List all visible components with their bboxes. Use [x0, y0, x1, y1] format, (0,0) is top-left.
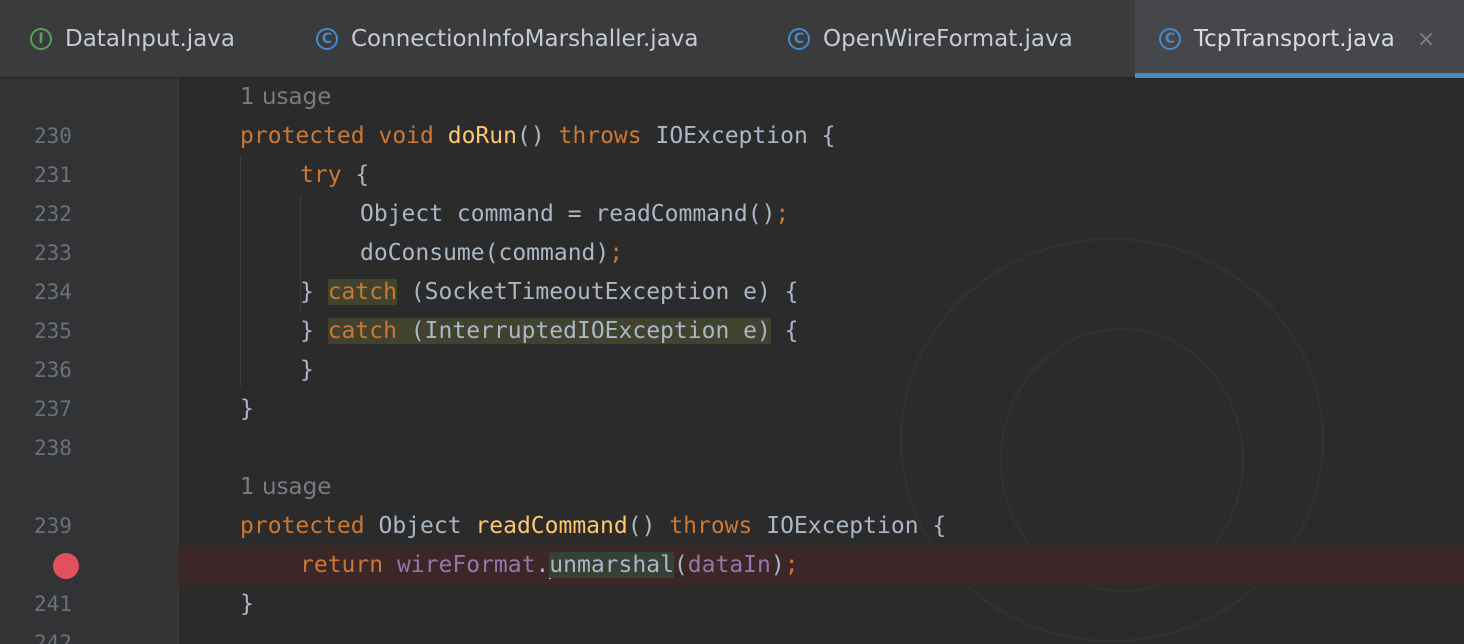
line-number: 242 [34, 631, 72, 644]
tab-label: DataInput.java [65, 26, 235, 52]
code-text[interactable]: } [240, 585, 254, 624]
class-icon: C [1159, 28, 1181, 50]
editor-tab-bar: I DataInput.java C ConnectionInfoMarshal… [0, 0, 1464, 78]
breakpoint-icon[interactable] [53, 553, 79, 579]
usage-hint[interactable]: 1 usage [240, 78, 331, 117]
code-text[interactable]: } catch (InterruptedIOException e) { [300, 312, 799, 351]
line-number: 239 [34, 514, 72, 538]
code-line: 230 protected void doRun() throws IOExce… [0, 117, 1464, 156]
code-lens-row: 1 usage [0, 78, 1464, 117]
code-text[interactable]: Object command = readCommand(); [360, 195, 789, 234]
class-icon: C [316, 28, 338, 50]
line-number: 233 [34, 241, 72, 265]
code-editor[interactable]: 1 usage 230 protected void doRun() throw… [0, 78, 1464, 644]
line-number: 230 [34, 124, 72, 148]
code-line: 237 } [0, 390, 1464, 429]
interface-icon: I [30, 28, 52, 50]
line-number: 235 [34, 319, 72, 343]
line-number: 234 [34, 280, 72, 304]
tab-tcptransport[interactable]: C TcpTransport.java × [1135, 0, 1464, 78]
code-line: 239 protected Object readCommand() throw… [0, 507, 1464, 546]
code-text[interactable]: try { [300, 156, 369, 195]
tab-datainput[interactable]: I DataInput.java [0, 0, 270, 78]
line-number: 236 [34, 358, 72, 382]
code-text[interactable]: protected Object readCommand() throws IO… [240, 507, 946, 546]
code-line: 232 Object command = readCommand(); [0, 195, 1464, 234]
tab-openwireformat[interactable]: C OpenWireFormat.java [775, 0, 1135, 78]
code-lens-row: 1 usage [0, 468, 1464, 507]
tab-label: OpenWireFormat.java [823, 26, 1073, 52]
code-text[interactable]: } [300, 351, 314, 390]
class-icon: C [788, 28, 810, 50]
code-line: 235 } catch (InterruptedIOException e) { [0, 312, 1464, 351]
code-line: 231 try { [0, 156, 1464, 195]
usage-hint[interactable]: 1 usage [240, 468, 331, 507]
code-text[interactable]: } catch (SocketTimeoutException e) { [300, 273, 799, 312]
code-text[interactable]: doConsume(command); [360, 234, 623, 273]
breakpoint-line: return wireFormat.unmarshal(dataIn); [0, 546, 1464, 585]
code-text[interactable]: protected void doRun() throws IOExceptio… [240, 117, 836, 156]
code-line: 234 } catch (SocketTimeoutException e) { [0, 273, 1464, 312]
code-line: 241 } [0, 585, 1464, 624]
code-line: 242 [0, 624, 1464, 644]
tab-label: ConnectionInfoMarshaller.java [351, 26, 699, 52]
code-text[interactable]: return wireFormat.unmarshal(dataIn); [300, 546, 799, 585]
code-line: 236 } [0, 351, 1464, 390]
gutter-cell [0, 546, 178, 585]
code-line: 238 [0, 429, 1464, 468]
code-line: 233 doConsume(command); [0, 234, 1464, 273]
line-number: 241 [34, 592, 72, 616]
line-number: 232 [34, 202, 72, 226]
close-icon[interactable]: × [1417, 27, 1435, 52]
line-number: 231 [34, 163, 72, 187]
tab-connectioninfomarshaller[interactable]: C ConnectionInfoMarshaller.java [270, 0, 775, 78]
line-number: 237 [34, 397, 72, 421]
tab-label: TcpTransport.java [1194, 26, 1395, 52]
code-text[interactable]: } [240, 390, 254, 429]
line-number: 238 [34, 436, 72, 460]
